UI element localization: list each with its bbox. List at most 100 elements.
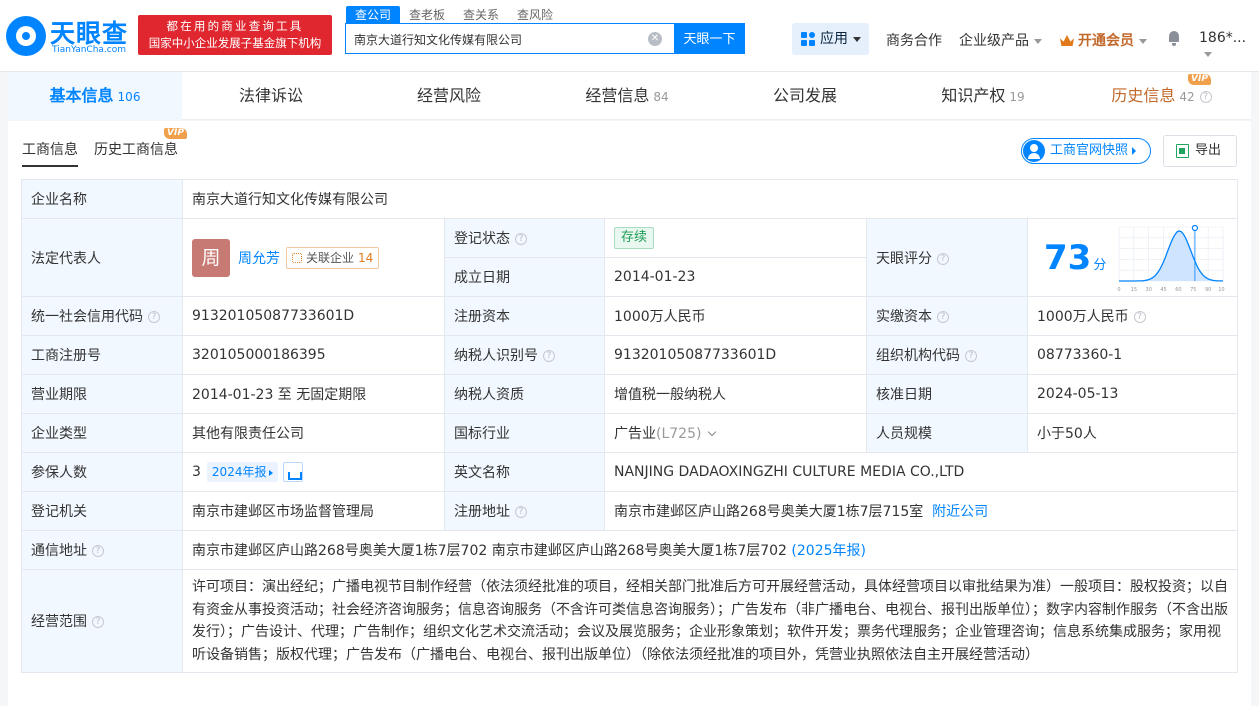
- nav-vip[interactable]: 开通会员: [1060, 30, 1147, 50]
- tab-count: 84: [653, 90, 669, 104]
- eye-logo-icon: [6, 16, 46, 56]
- tab-development[interactable]: 公司发展: [716, 72, 894, 120]
- user-menu[interactable]: 186*...: [1199, 30, 1259, 62]
- clear-icon[interactable]: ✕: [648, 32, 662, 46]
- taxpayer-id-value: 91320105087733601D: [604, 335, 867, 375]
- search-input[interactable]: [354, 29, 644, 49]
- legal-rep-name-link[interactable]: 周允芳: [238, 251, 280, 267]
- search-tab-boss[interactable]: 查老板: [400, 6, 454, 24]
- search-button[interactable]: 天眼一下: [674, 23, 745, 54]
- distribution-area: [1119, 231, 1223, 281]
- scope-label: 经营范围?: [21, 569, 183, 673]
- nav-enterprise-products[interactable]: 企业级产品: [959, 30, 1042, 50]
- help-icon[interactable]: ?: [1199, 90, 1212, 103]
- help-icon[interactable]: ?: [543, 350, 555, 362]
- x-tick-label: 0: [1117, 287, 1120, 293]
- nav-enterprise-label: 企业级产品: [959, 33, 1029, 49]
- logo[interactable]: 天眼查 TianYanCha.com: [6, 14, 130, 58]
- credit-code-value: 91320105087733601D: [182, 296, 445, 336]
- search-tab-relation[interactable]: 查关系: [454, 6, 508, 24]
- nav-business[interactable]: 商务合作: [886, 30, 942, 50]
- nearby-companies-link[interactable]: 附近公司: [932, 504, 988, 520]
- label-text: 实缴资本: [876, 309, 932, 325]
- help-icon[interactable]: ?: [965, 350, 977, 362]
- tab-label: 知识产权: [941, 86, 1006, 105]
- related-companies-tag[interactable]: 关联企业 14: [286, 246, 380, 269]
- score-marker-point: [1191, 225, 1199, 232]
- staff-label: 人员规模: [866, 413, 1028, 453]
- taxpayer-qual-label: 纳税人资质: [444, 374, 605, 414]
- logo-url: TianYanCha.com: [52, 45, 127, 55]
- content-panel: 工商信息 历史工商信息 VIP 工商官网快照 导出 企业名称 南京大道行知文化传…: [8, 121, 1251, 706]
- x-tick-label: 30: [1146, 287, 1152, 293]
- scope-value: 许可项目：演出经纪；广播电视节目制作经营（依法须经批准的项目，经相关部门批准后方…: [182, 569, 1238, 673]
- help-icon[interactable]: ?: [92, 545, 104, 557]
- subtab-business-info[interactable]: 工商信息: [22, 139, 78, 167]
- bell-icon[interactable]: [1167, 31, 1181, 46]
- apps-menu[interactable]: 应用: [792, 23, 869, 55]
- table-row: 登记机关 南京市建邺区市场监督管理局 注册地址? 南京市建邺区庐山路268号奥美…: [21, 491, 1238, 531]
- chevron-down-icon: [853, 37, 861, 42]
- help-icon[interactable]: ?: [148, 311, 160, 323]
- type-label: 企业类型: [21, 413, 183, 453]
- subtab-history-business-info[interactable]: 历史工商信息 VIP: [94, 128, 187, 167]
- label-text: 统一社会信用代码: [31, 309, 143, 325]
- search-tab-company[interactable]: 查公司: [346, 6, 401, 24]
- authority-label: 登记机关: [21, 491, 183, 531]
- bar-chart-icon[interactable]: [283, 462, 304, 482]
- apps-label: 应用: [820, 31, 848, 47]
- search-type-tabs: 查公司 查老板 查关系 查风险: [346, 6, 562, 24]
- established-label: 成立日期: [444, 257, 605, 297]
- tab-ip[interactable]: 知识产权 19: [894, 72, 1072, 120]
- annual-report-tag[interactable]: 2024年报: [206, 462, 279, 482]
- tab-operations[interactable]: 经营信息 84: [538, 72, 716, 120]
- tab-basic-info[interactable]: 基本信息 106: [8, 72, 182, 120]
- export-button[interactable]: 导出: [1163, 135, 1237, 167]
- reg-capital-value: 1000万人民币: [604, 296, 867, 336]
- help-icon[interactable]: ?: [515, 233, 527, 245]
- type-value: 其他有限责任公司: [182, 413, 445, 453]
- legal-rep-label: 法定代表人: [21, 218, 183, 297]
- status-badge: 存续: [614, 227, 655, 249]
- search-tab-risk[interactable]: 查风险: [508, 6, 562, 24]
- help-icon[interactable]: ?: [515, 506, 527, 518]
- official-site-label: 工商官网快照: [1050, 143, 1129, 158]
- help-icon[interactable]: ?: [937, 311, 949, 323]
- chevron-down-icon: [708, 427, 717, 437]
- search-box: ✕: [345, 23, 675, 54]
- staff-value: 小于50人: [1027, 413, 1238, 453]
- vip-badge: VIP: [1188, 74, 1211, 85]
- mail-year-link[interactable]: (2025年报): [791, 543, 866, 559]
- caret-right-icon: [1132, 146, 1137, 155]
- label-text: 注册地址: [454, 504, 510, 520]
- vip-badge: VIP: [164, 128, 187, 139]
- x-tick-label: 15: [1131, 287, 1137, 293]
- reg-no-label: 工商注册号: [21, 335, 183, 375]
- org-code-value: 08773360-1: [1027, 335, 1238, 375]
- english-label: 英文名称: [444, 452, 605, 492]
- tab-history[interactable]: VIP 历史信息 42?: [1072, 72, 1251, 120]
- insured-value: 3: [192, 464, 201, 480]
- tab-legal[interactable]: 法律诉讼: [182, 72, 360, 120]
- help-icon[interactable]: ?: [92, 616, 104, 628]
- table-row: 经营范围? 许可项目：演出经纪；广播电视节目制作经营（依法须经批准的项目，经相关…: [21, 569, 1238, 673]
- help-icon[interactable]: ?: [937, 252, 949, 265]
- score-label: 天眼评分?: [866, 218, 1028, 297]
- table-row: 营业期限 2014-01-23 至 无固定期限 纳税人资质 增值税一般纳税人 核…: [21, 374, 1238, 414]
- industry-cell[interactable]: 广告业(L725): [604, 413, 867, 453]
- table-row: 工商注册号 320105000186395 纳税人识别号? 9132010508…: [21, 335, 1238, 375]
- sub-tabs: 工商信息 历史工商信息 VIP: [22, 128, 194, 167]
- paid-capital-label: 实缴资本?: [866, 296, 1028, 336]
- tab-risk[interactable]: 经营风险: [360, 72, 538, 120]
- network-icon: [292, 252, 302, 263]
- label-text: 天眼评分: [876, 250, 932, 267]
- related-count: 14: [358, 250, 374, 265]
- english-value: NANJING DADAOXINGZHI CULTURE MEDIA CO.,L…: [604, 452, 1238, 492]
- tab-label: 经营风险: [416, 86, 481, 105]
- help-icon[interactable]: ?: [1133, 311, 1146, 323]
- credit-code-label: 统一社会信用代码?: [21, 296, 183, 336]
- official-site-snapshot-button[interactable]: 工商官网快照: [1021, 138, 1151, 164]
- paid-capital-cell: 1000万人民币?: [1027, 296, 1238, 336]
- org-code-label: 组织机构代码?: [866, 335, 1028, 375]
- tab-label: 法律诉讼: [238, 86, 303, 105]
